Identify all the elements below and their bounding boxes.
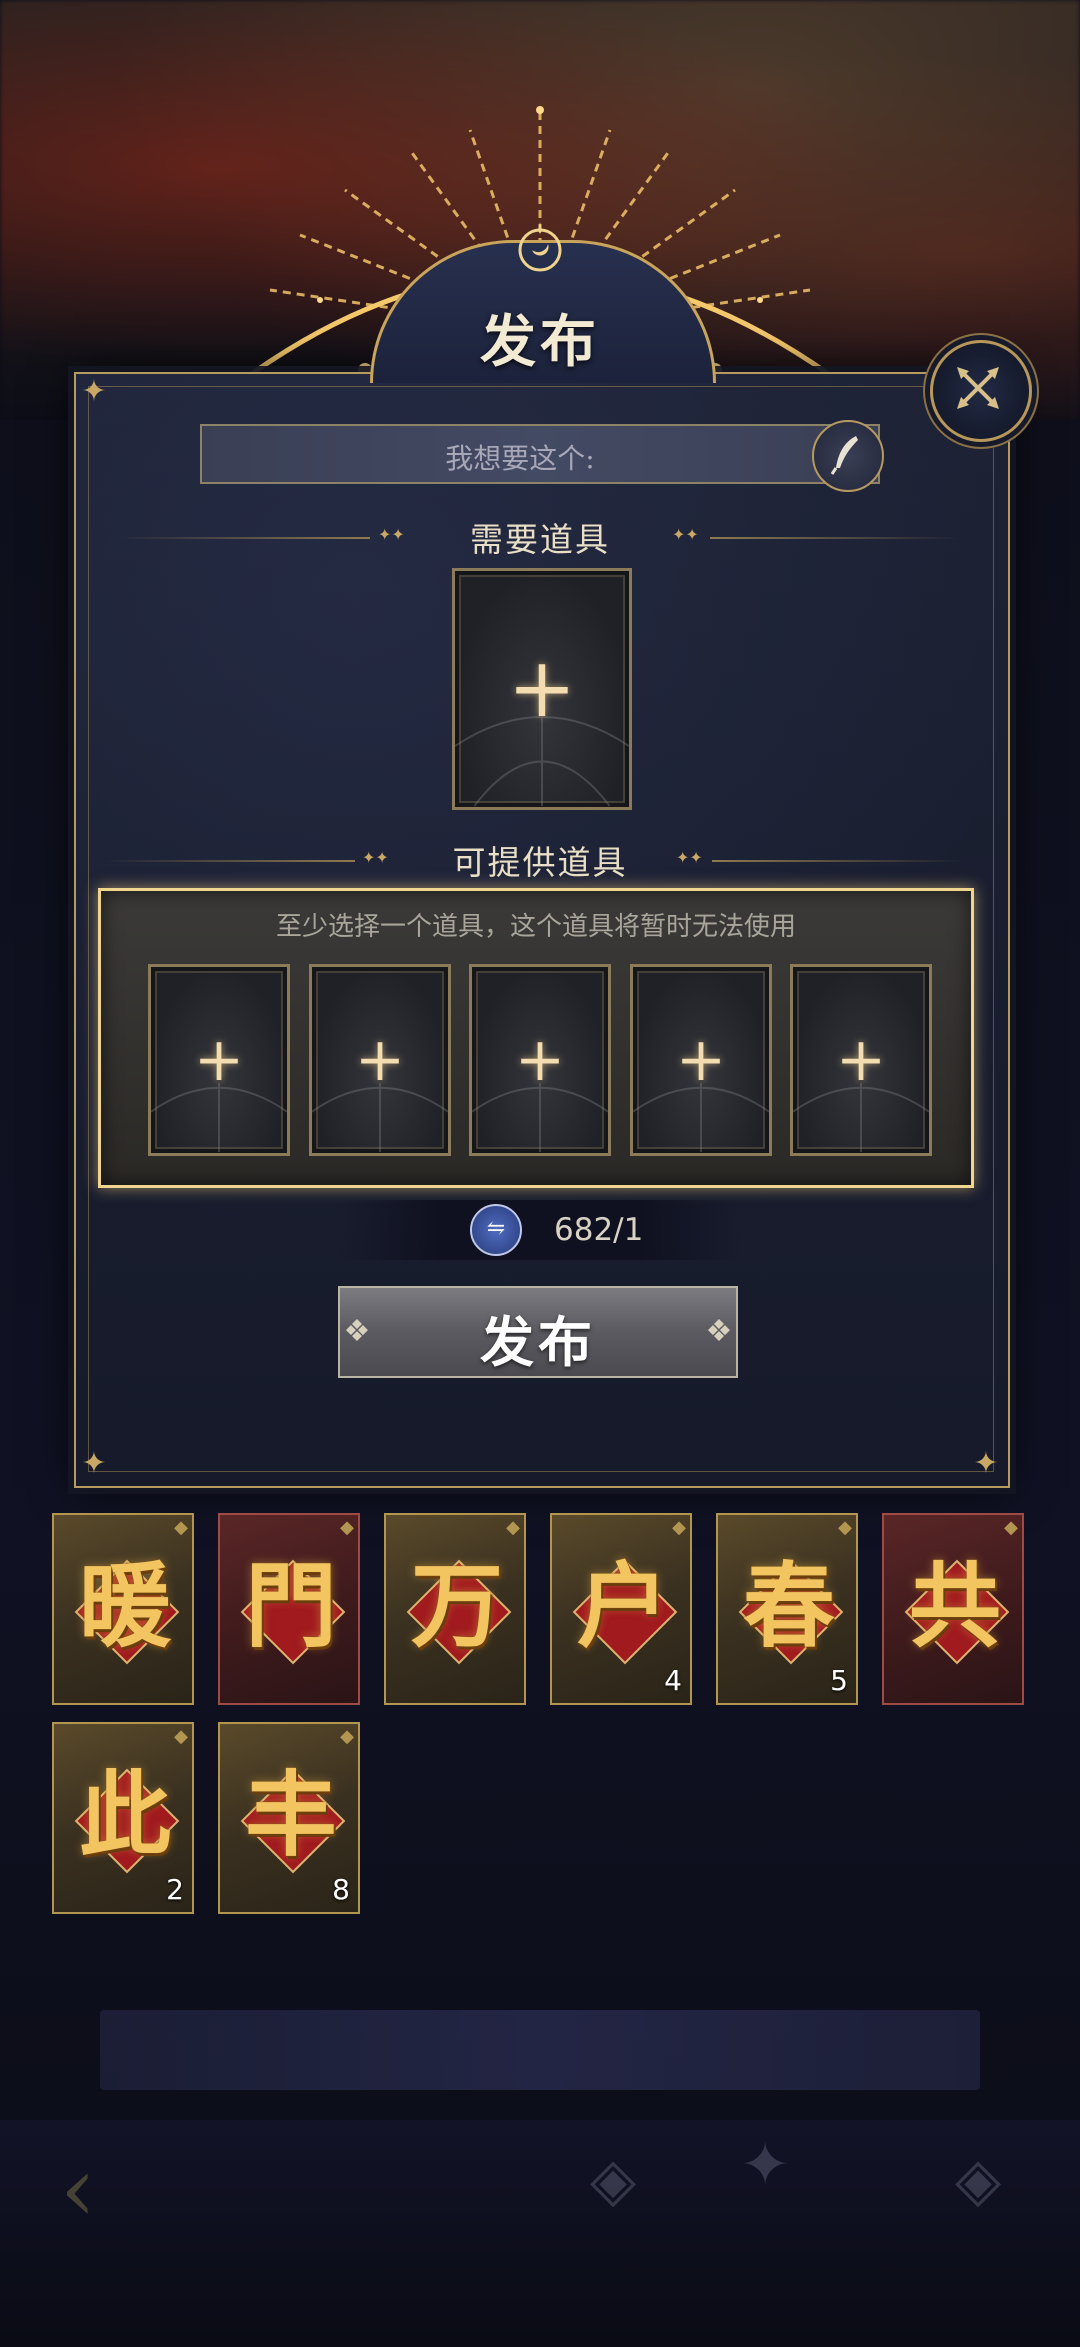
card-glyph: 此 [78, 1761, 171, 1869]
cost-value: 682/1 [554, 1212, 644, 1248]
card-glyph: 暖 [78, 1552, 171, 1660]
inventory-card[interactable]: ◆ 户 4 [550, 1513, 692, 1705]
inventory-card[interactable]: ◆ 春 5 [716, 1513, 858, 1705]
card-glyph: 春 [742, 1552, 835, 1660]
exchange-icon: ⇋ [470, 1204, 522, 1256]
corner-ornament: ◆ [340, 1517, 354, 1538]
cost-bar [340, 1200, 740, 1260]
quill-button[interactable] [812, 420, 884, 492]
inventory-card[interactable]: ◆ 門 [218, 1513, 360, 1705]
card-count: 8 [332, 1873, 350, 1906]
quill-icon [830, 436, 858, 475]
bottom-nav-bar [0, 2120, 1080, 2347]
sparkle: ✦✦ [672, 525, 699, 544]
nav-icon-2[interactable]: ✦ [740, 2130, 790, 2200]
corner-ornament: ◆ [672, 1517, 686, 1538]
card-count: 4 [664, 1664, 682, 1697]
plus-icon: + [675, 1025, 727, 1095]
corner-ornament-tl: ✦ [81, 374, 107, 409]
inventory-card[interactable]: ◆ 此 2 [52, 1722, 194, 1914]
publish-button-label[interactable]: 发布 [338, 1298, 738, 1377]
corner-ornament: ◆ [340, 1726, 354, 1747]
offer-item-slot-5[interactable]: + [790, 964, 932, 1156]
offer-hint-text: 至少选择一个道具，这个道具将暂时无法使用 [275, 912, 796, 942]
corner-ornament: ◆ [506, 1517, 520, 1538]
sparkle: ✦✦ [676, 848, 703, 867]
wish-input-placeholder: 我想要这个: [445, 442, 595, 475]
corner-ornament: ◆ [174, 1517, 188, 1538]
corner-ornament: ◆ [838, 1517, 852, 1538]
plus-icon: + [835, 1025, 887, 1095]
plus-icon: + [507, 641, 577, 736]
dialog-title: 发布 [480, 309, 600, 375]
card-count: 5 [830, 1664, 848, 1697]
plus-icon: + [193, 1025, 245, 1095]
corner-ornament: ◆ [1004, 1517, 1018, 1538]
plus-icon: + [514, 1025, 566, 1095]
card-glyph: 万 [410, 1552, 503, 1660]
close-icon [957, 367, 999, 409]
moon-icon [518, 222, 562, 272]
corner-ornament: ◆ [174, 1726, 188, 1747]
inventory-card[interactable]: ◆ 暖 [52, 1513, 194, 1705]
offer-item-slot-4[interactable]: + [630, 964, 772, 1156]
offer-item-slot-2[interactable]: + [309, 964, 451, 1156]
card-glyph: 丰 [244, 1761, 337, 1869]
plus-icon: + [354, 1025, 406, 1095]
need-item-slot[interactable]: + [452, 568, 632, 810]
divider-right [710, 537, 960, 539]
corner-ornament-bl: ✦ [81, 1446, 107, 1481]
close-button[interactable] [930, 340, 1032, 442]
divider-right [712, 860, 962, 862]
card-count: 2 [166, 1873, 184, 1906]
inventory-card[interactable]: ◆ 丰 8 [218, 1722, 360, 1914]
card-glyph: 共 [908, 1552, 1001, 1660]
nav-icon-1[interactable]: ◈ [590, 2145, 636, 2215]
background-tab-strip [100, 2010, 980, 2090]
corner-ornament-br: ✦ [973, 1446, 999, 1481]
card-glyph: 門 [244, 1552, 337, 1660]
back-arrow-icon[interactable]: ‹ [60, 2140, 160, 2240]
offer-item-slot-1[interactable]: + [148, 964, 290, 1156]
offer-item-slot-3[interactable]: + [469, 964, 611, 1156]
inventory-card[interactable]: ◆ 共 [882, 1513, 1024, 1705]
card-glyph: 户 [576, 1552, 669, 1660]
nav-icon-3[interactable]: ◈ [955, 2145, 1001, 2215]
inventory-card[interactable]: ◆ 万 [384, 1513, 526, 1705]
